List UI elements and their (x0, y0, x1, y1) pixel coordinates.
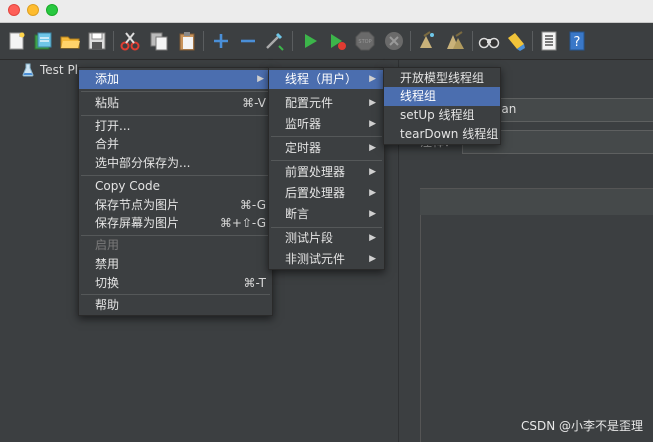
menu-item-label: 断言 (285, 207, 310, 221)
submenu-item-setup-thread-group[interactable]: setUp 线程组 (384, 106, 500, 125)
menu-item-label: 粘贴 (95, 96, 120, 110)
submenu-arrow-icon: ▶ (369, 209, 376, 219)
open-icon[interactable] (59, 30, 81, 52)
clear-all-icon[interactable] (444, 30, 466, 52)
toggle-icon[interactable] (263, 30, 285, 52)
submenu-item-thread-group[interactable]: 线程组 (384, 87, 500, 106)
collapse-icon[interactable] (237, 30, 259, 52)
submenu-item-pre-processor[interactable]: 前置处理器 ▶ (269, 163, 384, 182)
submenu-item-test-fragment[interactable]: 测试片段 ▶ (269, 229, 384, 248)
shortcut-label: ⌘-V (242, 96, 266, 110)
menu-item-label: 线程（用户） (285, 72, 358, 86)
templates-icon[interactable] (32, 30, 54, 52)
add-submenu: 线程（用户） ▶ 配置元件 ▶ 监听器 ▶ 定时器 ▶ 前置处理器 ▶ 后置处理器 ▶ 断言… (268, 67, 385, 270)
menu-item-label: 保存屏幕为图片 (95, 216, 180, 230)
menu-item-label: 保存节点为图片 (95, 198, 180, 212)
menu-item-label: 禁用 (95, 257, 120, 271)
submenu-arrow-icon: ▶ (369, 188, 376, 198)
menu-item-open[interactable]: 打开... (79, 117, 272, 136)
copy-icon[interactable] (148, 30, 170, 52)
menu-item-help[interactable]: 帮助 (79, 296, 272, 315)
menu-item-label: Copy Code (95, 179, 160, 193)
panel-border (420, 188, 421, 442)
user-variables-header (420, 188, 653, 215)
submenu-arrow-icon: ▶ (369, 119, 376, 129)
watermark: CSDN @小李不是歪理 (520, 419, 643, 433)
toolbar: STOP ? (0, 23, 653, 60)
help-icon[interactable]: ? (566, 30, 588, 52)
menu-item-label: 添加 (95, 72, 120, 86)
submenu-arrow-icon: ▶ (369, 254, 376, 264)
submenu-item-post-processor[interactable]: 后置处理器 ▶ (269, 184, 384, 203)
paste-icon[interactable] (176, 30, 198, 52)
menu-item-save-node-image[interactable]: 保存节点为图片 ⌘-G (79, 196, 272, 215)
submenu-item-timer[interactable]: 定时器 ▶ (269, 139, 384, 158)
submenu-item-listener[interactable]: 监听器 ▶ (269, 115, 384, 134)
menu-item-label: tearDown 线程组 (400, 127, 499, 141)
submenu-arrow-icon: ▶ (257, 74, 264, 84)
new-icon[interactable] (6, 30, 28, 52)
svg-text:?: ? (574, 35, 581, 50)
submenu-arrow-icon: ▶ (369, 74, 376, 84)
menu-item-label: 前置处理器 (285, 165, 346, 179)
menu-item-merge[interactable]: 合并 (79, 135, 272, 154)
minimize-window-button[interactable] (27, 4, 39, 16)
submenu-arrow-icon: ▶ (369, 143, 376, 153)
submenu-item-assertion[interactable]: 断言 ▶ (269, 205, 384, 224)
menu-item-add[interactable]: 添加 ▶ (79, 70, 272, 89)
menu-item-label: 选中部分保存为... (95, 156, 191, 170)
expand-icon[interactable] (210, 30, 232, 52)
save-icon[interactable] (86, 30, 108, 52)
search-icon[interactable] (478, 30, 500, 52)
window-titlebar (0, 0, 653, 23)
menu-item-label: 非测试元件 (285, 252, 346, 266)
menu-item-label: 定时器 (285, 141, 322, 155)
menu-item-label: 启用 (95, 238, 120, 252)
zoom-window-button[interactable] (46, 4, 58, 16)
threads-submenu: 开放模型线程组 线程组 setUp 线程组 tearDown 线程组 (383, 67, 501, 145)
menu-item-label: 测试片段 (285, 231, 334, 245)
menu-item-copy-code[interactable]: Copy Code (79, 177, 272, 196)
context-menu: 添加 ▶ 粘贴 ⌘-V 打开... 合并 选中部分保存为... Copy Code … (78, 67, 273, 316)
menu-item-label: 合并 (95, 137, 120, 151)
menu-item-label: setUp 线程组 (400, 108, 475, 122)
close-window-button[interactable] (8, 4, 20, 16)
submenu-item-teardown-thread-group[interactable]: tearDown 线程组 (384, 125, 500, 144)
submenu-arrow-icon: ▶ (369, 167, 376, 177)
menu-item-paste[interactable]: 粘贴 ⌘-V (79, 94, 272, 113)
function-helper-icon[interactable] (538, 30, 560, 52)
submenu-arrow-icon: ▶ (369, 233, 376, 243)
menu-item-disable[interactable]: 禁用 (79, 255, 272, 274)
cut-icon[interactable] (119, 30, 141, 52)
menu-item-label: 后置处理器 (285, 186, 346, 200)
flask-icon (22, 63, 34, 77)
menu-item-label: 切换 (95, 276, 120, 290)
clear-icon[interactable] (416, 30, 438, 52)
menu-item-label: 打开... (95, 119, 131, 133)
svg-text:STOP: STOP (358, 39, 371, 45)
submenu-item-non-test-element[interactable]: 非测试元件 ▶ (269, 250, 384, 269)
shortcut-label: ⌘-G (239, 198, 266, 212)
submenu-item-open-model-thread-group[interactable]: 开放模型线程组 (384, 69, 500, 88)
submenu-arrow-icon: ▶ (369, 98, 376, 108)
menu-item-label: 配置元件 (285, 96, 334, 110)
shortcut-label: ⌘+⇧-G (219, 216, 266, 230)
menu-item-toggle[interactable]: 切换 ⌘-T (79, 274, 272, 293)
shortcut-label: ⌘-T (243, 276, 266, 290)
stop-icon[interactable]: STOP (354, 30, 376, 52)
reset-search-icon[interactable] (505, 30, 527, 52)
start-icon[interactable] (299, 30, 321, 52)
menu-item-save-selection[interactable]: 选中部分保存为... (79, 154, 272, 173)
menu-item-label: 线程组 (400, 89, 437, 103)
menu-item-save-screen-image[interactable]: 保存屏幕为图片 ⌘+⇧-G (79, 214, 272, 233)
submenu-item-threads[interactable]: 线程（用户） ▶ (269, 70, 384, 89)
menu-item-enable: 启用 (79, 236, 272, 255)
menu-item-label: 监听器 (285, 117, 322, 131)
menu-item-label: 帮助 (95, 298, 120, 312)
start-no-pause-icon[interactable] (326, 30, 348, 52)
submenu-item-config-element[interactable]: 配置元件 ▶ (269, 94, 384, 113)
menu-item-label: 开放模型线程组 (400, 71, 485, 85)
shutdown-icon[interactable] (383, 30, 405, 52)
